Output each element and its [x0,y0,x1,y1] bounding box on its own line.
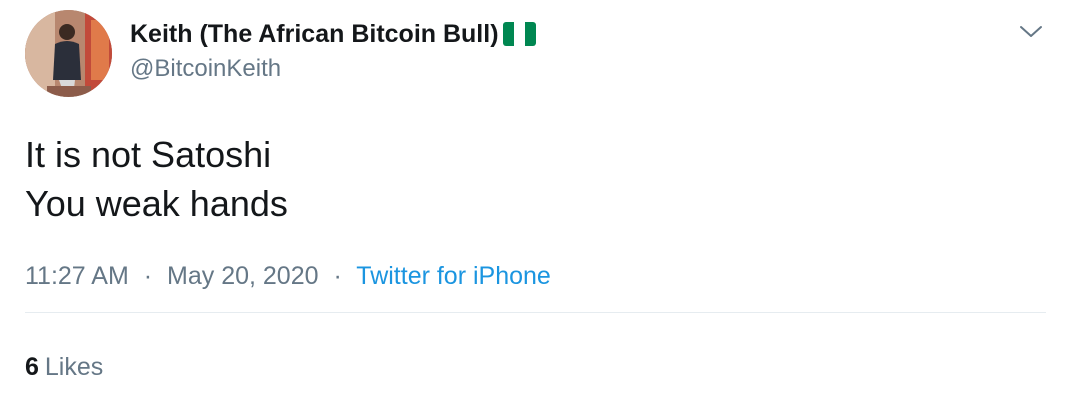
avatar[interactable] [25,10,112,97]
likes-label: Likes [44,353,104,381]
avatar-photo-icon [25,10,112,97]
likes-count: 6 [25,353,39,381]
author-handle[interactable]: @BitcoinKeith [130,54,536,84]
tweet-time[interactable]: 11:27 AM [25,262,129,290]
tweet-text: It is not Satoshi You weak hands [25,130,288,228]
author-display-name[interactable]: Keith (The African Bitcoin Bull) [130,18,499,50]
tweet-source-link[interactable]: Twitter for iPhone [356,262,551,290]
tweet-card: Keith (The African Bitcoin Bull) @Bitcoi… [0,0,1070,406]
nigeria-flag-icon [502,22,536,46]
meta-separator: · [143,262,153,290]
author-block: Keith (The African Bitcoin Bull) @Bitcoi… [130,18,536,84]
tweet-text-line: It is not Satoshi [25,134,272,175]
tweet-text-line: You weak hands [25,183,288,224]
meta-separator: · [333,262,342,290]
tweet-meta: 11:27 AM · May 20, 2020 · Twitter for iP… [25,259,551,293]
divider [25,312,1046,313]
likes-stat[interactable]: 6 Likes [25,350,103,384]
tweet-date[interactable]: May 20, 2020 [167,262,319,290]
author-name-row[interactable]: Keith (The African Bitcoin Bull) [130,18,536,50]
chevron-down-icon[interactable] [1019,21,1043,41]
